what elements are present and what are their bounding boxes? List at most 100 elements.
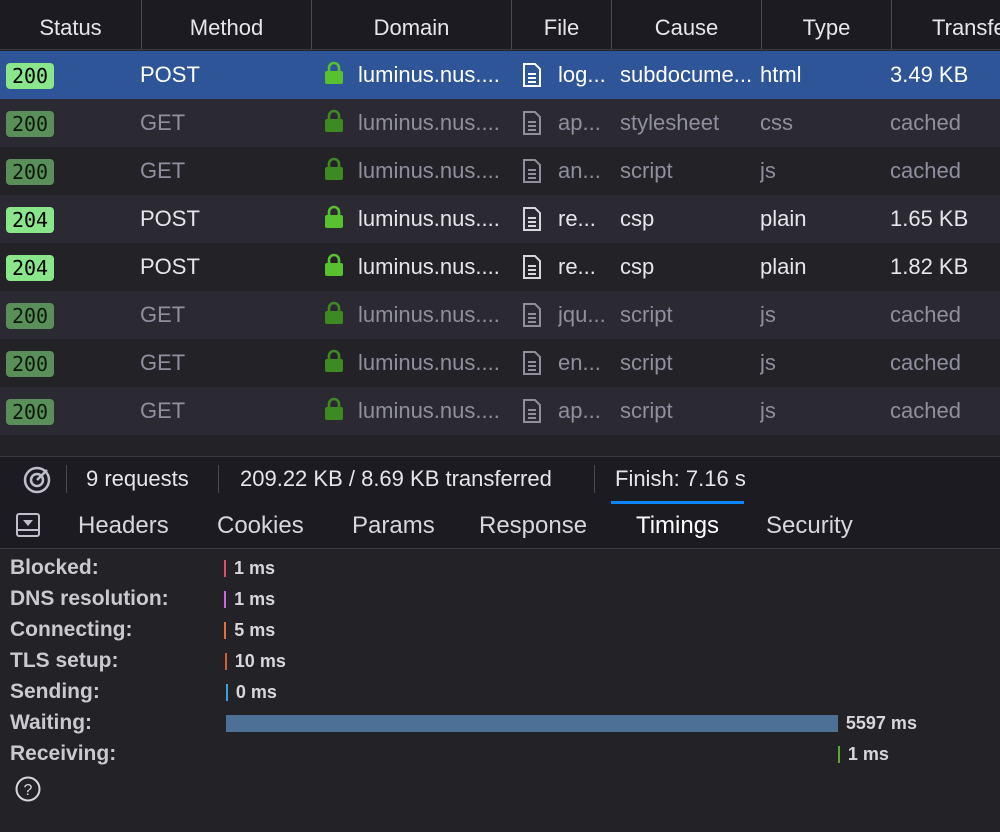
file-icon [523, 159, 541, 183]
request-domain: luminus.nus.... [358, 62, 500, 87]
lock-icon [325, 397, 343, 420]
request-cause: script [620, 350, 673, 375]
lock-icon [325, 349, 343, 372]
status-badge: 200 [6, 159, 54, 185]
transferred-total: 209.22 KB / 8.69 KB transferred [240, 466, 552, 491]
request-cause: subdocume... [620, 62, 753, 87]
column-header-method[interactable]: Method [142, 0, 312, 49]
file-icon [523, 63, 541, 87]
timing-value: 0 ms [235, 682, 277, 702]
request-transferred: 1.65 KB [890, 206, 969, 231]
status-badge: 200 [6, 351, 54, 377]
timing-label: Receiving: [10, 742, 117, 765]
timing-label: Connecting: [10, 618, 133, 641]
request-transferred: cached [890, 110, 961, 135]
request-cause: script [620, 398, 673, 423]
timing-label: Waiting: [10, 711, 93, 734]
timing-row: Blocked: 1 ms [0, 551, 1000, 582]
file-icon [523, 351, 541, 375]
timing-value: 5 ms [234, 620, 276, 640]
request-row[interactable]: 204 POST luminus.nus.... re... csp plain 1.65 … [0, 195, 1000, 243]
request-type: js [760, 350, 776, 375]
column-header-status[interactable]: Status [0, 0, 142, 49]
column-header-cause[interactable]: Cause [612, 0, 762, 49]
request-file: ap... [558, 110, 601, 135]
timing-value: 5597 ms [845, 713, 917, 733]
lock-icon [325, 301, 343, 324]
table-header: Status Method Domain File Cause Type Tra… [0, 0, 1000, 50]
column-header-transferred[interactable]: Transfe [892, 0, 1000, 49]
timing-bar [224, 560, 226, 577]
tab-response[interactable]: Response [479, 501, 587, 548]
status-badge: 200 [6, 303, 54, 329]
tab-timings[interactable]: Timings [611, 501, 744, 548]
timing-row: Connecting: 5 ms [0, 613, 1000, 644]
request-method: GET [140, 302, 186, 327]
request-domain: luminus.nus.... [358, 206, 500, 231]
request-method: GET [140, 398, 186, 423]
request-file: re... [558, 254, 596, 279]
request-domain: luminus.nus.... [358, 110, 500, 135]
request-row[interactable]: 200 GET luminus.nus.... an... script js cached [0, 147, 1000, 195]
request-row[interactable]: 200 GET luminus.nus.... jqu... script js cache… [0, 291, 1000, 339]
performance-gauge-icon[interactable] [22, 465, 52, 495]
timing-row: TLS setup: 10 ms [0, 644, 1000, 675]
request-file: jqu... [558, 302, 606, 327]
lock-icon [325, 157, 343, 180]
column-header-type[interactable]: Type [762, 0, 892, 49]
request-detail-tabs: Headers Cookies Params Response Timings … [0, 501, 1000, 549]
timing-bar [225, 684, 228, 701]
request-transferred: cached [890, 398, 961, 423]
tab-params[interactable]: Params [352, 501, 435, 548]
timing-row: DNS resolution: 1 ms [0, 582, 1000, 613]
request-transferred: 1.82 KB [890, 254, 969, 279]
tab-headers[interactable]: Headers [78, 501, 169, 548]
timing-bar [225, 715, 838, 732]
request-row[interactable]: 200 GET luminus.nus.... ap... stylesheet css c… [0, 99, 1000, 147]
column-header-domain[interactable]: Domain [312, 0, 512, 49]
request-row[interactable]: 200 POST luminus.nus.... log... subdocume...… [0, 51, 1000, 99]
timing-label: Sending: [10, 680, 100, 703]
request-type: js [760, 302, 776, 327]
status-badge: 200 [6, 399, 54, 425]
request-type: plain [760, 206, 807, 231]
status-badge: 204 [6, 207, 54, 233]
request-type: js [760, 398, 776, 423]
tab-cookies[interactable]: Cookies [217, 501, 304, 548]
request-count: 9 requests [86, 466, 189, 491]
request-file: re... [558, 206, 596, 231]
file-icon [523, 303, 541, 327]
request-domain: luminus.nus.... [358, 254, 500, 279]
request-method: POST [140, 206, 200, 231]
request-file: log... [558, 62, 606, 87]
timing-bar [837, 746, 840, 763]
column-header-file[interactable]: File [512, 0, 612, 49]
request-transferred: cached [890, 158, 961, 183]
request-row[interactable]: 200 GET luminus.nus.... en... script js cached [0, 339, 1000, 387]
request-row[interactable]: 200 GET luminus.nus.... ap... script js cached [0, 387, 1000, 435]
timing-value: 1 ms [234, 558, 276, 578]
timing-value: 10 ms [234, 651, 286, 671]
request-cause: script [620, 302, 673, 327]
request-cause: script [620, 158, 673, 183]
status-badge: 200 [6, 63, 54, 89]
file-icon [523, 399, 541, 423]
file-icon [523, 207, 541, 231]
request-domain: luminus.nus.... [358, 398, 500, 423]
timing-label: DNS resolution: [10, 587, 169, 610]
help-question-icon[interactable]: ? [15, 776, 41, 802]
lock-icon [325, 253, 343, 276]
request-row[interactable]: 204 POST luminus.nus.... re... csp plain 1.82 … [0, 243, 1000, 291]
request-type: html [760, 62, 802, 87]
timing-label: Blocked: [10, 556, 99, 579]
timing-row: Waiting: 5597 ms [0, 706, 1000, 737]
toggle-panel-icon[interactable] [15, 512, 41, 538]
timing-row: Sending: 0 ms [0, 675, 1000, 706]
timing-value: 1 ms [234, 589, 276, 609]
tab-security[interactable]: Security [766, 501, 853, 548]
timing-row: Receiving: 1 ms [0, 737, 1000, 768]
file-icon [523, 111, 541, 135]
request-domain: luminus.nus.... [358, 302, 500, 327]
request-transferred: cached [890, 302, 961, 327]
request-cause: csp [620, 254, 655, 279]
